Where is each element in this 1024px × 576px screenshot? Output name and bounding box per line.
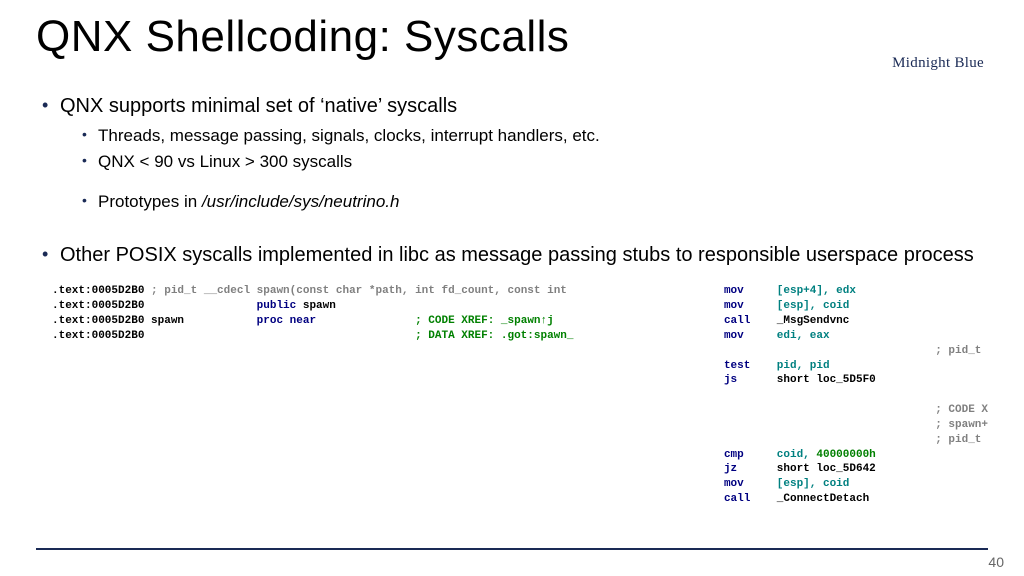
bullet-2: Other POSIX syscalls implemented in libc…: [36, 243, 988, 268]
bullet-1: QNX supports minimal set of ‘native’ sys…: [36, 94, 988, 213]
brand-name: Midnight Blue: [892, 55, 984, 72]
title-row: QNX Shellcoding: Syscalls Midnight Blue: [36, 12, 988, 72]
code-row: .text:0005D2B0 ; pid_t __cdecl spawn(con…: [52, 284, 988, 507]
slide-content: QNX supports minimal set of ‘native’ sys…: [36, 94, 988, 507]
slide: QNX Shellcoding: Syscalls Midnight Blue …: [0, 0, 1024, 576]
brand-logo: Midnight Blue: [892, 14, 984, 72]
slide-title: QNX Shellcoding: Syscalls: [36, 12, 569, 62]
page-number: 40: [988, 554, 1004, 570]
bullet-1-3-pre: Prototypes in: [98, 192, 202, 211]
bullet-1-3-path: /usr/include/sys/neutrino.h: [202, 192, 400, 211]
bullet-1-2: QNX < 90 vs Linux > 300 syscalls: [60, 151, 988, 173]
footer-rule: [36, 548, 988, 550]
bullet-1-3: Prototypes in /usr/include/sys/neutrino.…: [60, 191, 988, 213]
disassembly-right: mov [esp+4], edx mov [esp], coid call _M…: [724, 284, 988, 507]
bullet-1-1: Threads, message passing, signals, clock…: [60, 125, 988, 147]
bullet-1-text: QNX supports minimal set of ‘native’ sys…: [60, 95, 457, 117]
disassembly-left: .text:0005D2B0 ; pid_t __cdecl spawn(con…: [52, 284, 574, 507]
moon-icon: [916, 14, 960, 57]
